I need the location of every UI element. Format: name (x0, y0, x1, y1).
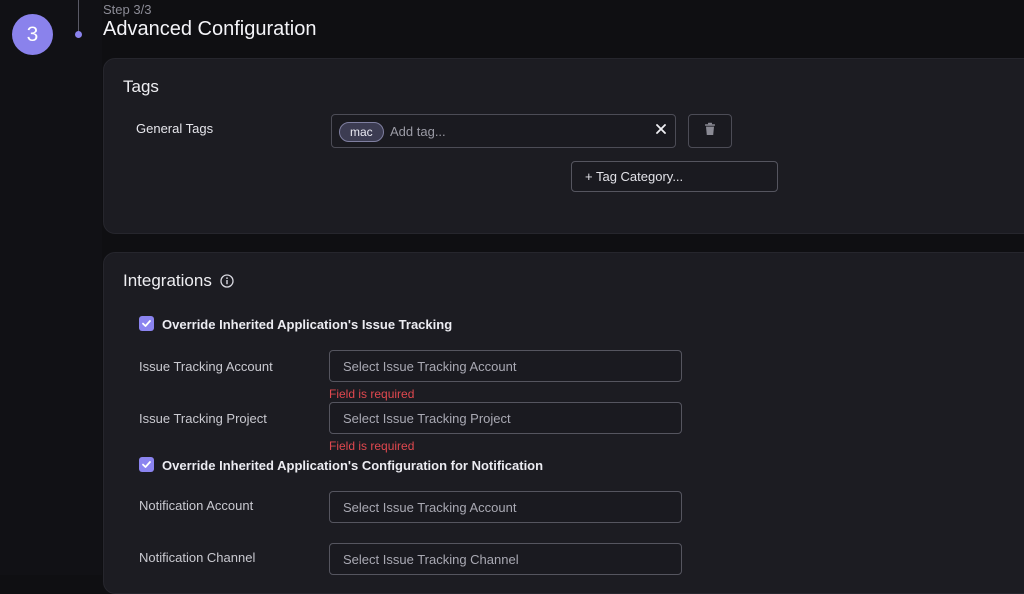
tag-input-placeholder[interactable]: Add tag... (390, 124, 446, 139)
notification-account-label: Notification Account (139, 498, 254, 513)
notification-account-select[interactable]: Select Issue Tracking Account (329, 491, 682, 523)
stepper-rail (0, 0, 102, 575)
notification-channel-select[interactable]: Select Issue Tracking Channel (329, 543, 682, 575)
stepper-line (78, 0, 79, 34)
issue-tracking-project-select[interactable]: Select Issue Tracking Project (329, 402, 682, 434)
override-issue-tracking-label[interactable]: Override Inherited Application's Issue T… (162, 317, 452, 332)
issue-tracking-account-error: Field is required (329, 387, 415, 401)
check-icon (142, 320, 151, 327)
step-label: Step 3/3 (103, 2, 152, 17)
override-notification-checkbox[interactable] (139, 457, 154, 472)
tag-chip[interactable]: mac (339, 122, 384, 142)
notification-channel-label: Notification Channel (139, 550, 256, 565)
integrations-title: Integrations (123, 271, 212, 290)
page-title: Advanced Configuration (103, 18, 317, 40)
step-number-badge: 3 (12, 14, 53, 55)
issue-tracking-account-label: Issue Tracking Account (139, 359, 273, 374)
general-tags-label: General Tags (136, 121, 214, 136)
override-issue-tracking-checkbox[interactable] (139, 316, 154, 331)
add-tag-category-button[interactable]: + Tag Category... (571, 161, 778, 192)
issue-tracking-project-label: Issue Tracking Project (139, 411, 267, 426)
trash-icon (703, 122, 717, 141)
delete-tags-button[interactable] (688, 114, 732, 148)
issue-tracking-account-select[interactable]: Select Issue Tracking Account (329, 350, 682, 382)
tags-card: Tags General Tags mac Add tag... + Tag C… (103, 58, 1024, 234)
info-icon[interactable] (220, 274, 234, 288)
override-notification-label[interactable]: Override Inherited Application's Configu… (162, 458, 543, 473)
integrations-card: Integrations Override Inherited Applicat… (103, 252, 1024, 594)
clear-icon[interactable] (653, 121, 669, 137)
stepper-dot (75, 31, 82, 38)
general-tags-input[interactable]: mac Add tag... (331, 114, 676, 148)
check-icon (142, 461, 151, 468)
issue-tracking-project-error: Field is required (329, 439, 415, 453)
tags-title: Tags (123, 77, 159, 96)
